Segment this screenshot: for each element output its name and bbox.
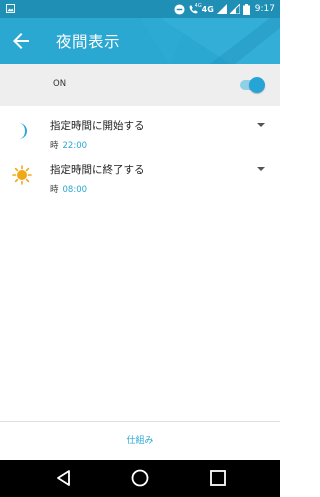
switch-thumb bbox=[249, 77, 265, 93]
chevron-down-icon[interactable] bbox=[256, 165, 266, 173]
schedule-end-item[interactable]: 指定時間に終了する 時 08:00 bbox=[0, 156, 280, 198]
schedule-end-prefix: 時 bbox=[50, 185, 59, 195]
schedule-end-value: 時 08:00 bbox=[50, 183, 87, 195]
schedule-start-time: 22:00 bbox=[62, 141, 88, 151]
sun-icon bbox=[12, 165, 32, 185]
schedule-start-title: 指定時間に開始する bbox=[50, 120, 145, 132]
app-bar: 夜間表示 bbox=[0, 18, 280, 64]
master-toggle-row[interactable]: ON bbox=[0, 64, 280, 106]
network-type: 4G bbox=[201, 4, 214, 14]
schedule-start-prefix: 時 bbox=[50, 141, 59, 151]
moon-icon bbox=[19, 123, 27, 139]
schedule-start-value: 時 22:00 bbox=[50, 139, 87, 151]
image-icon bbox=[6, 4, 15, 13]
status-icons: 4G 4G 9:17 bbox=[174, 2, 275, 16]
schedule-end-title: 指定時間に終了する bbox=[50, 164, 145, 176]
header-decoration bbox=[140, 18, 280, 64]
nav-home-icon[interactable] bbox=[130, 468, 150, 488]
system-nav-bar bbox=[0, 460, 280, 497]
schedule-start-item[interactable]: 指定時間に開始する 時 22:00 bbox=[0, 112, 280, 154]
nav-recents-icon[interactable] bbox=[208, 468, 228, 488]
master-toggle-label: ON bbox=[53, 79, 67, 89]
signal-icon-2 bbox=[229, 4, 240, 14]
how-it-works-link[interactable]: 仕組み bbox=[0, 422, 280, 460]
signal-icon bbox=[216, 4, 227, 14]
wifi-calling-label: 4G bbox=[194, 2, 202, 9]
nav-back-icon[interactable] bbox=[54, 468, 74, 488]
status-bar: 4G 4G 9:17 bbox=[0, 0, 280, 18]
page-title: 夜間表示 bbox=[56, 33, 121, 51]
night-mode-switch[interactable] bbox=[240, 76, 266, 94]
wifi-calling-icon: 4G bbox=[188, 2, 202, 15]
clock: 9:17 bbox=[254, 4, 275, 14]
chevron-down-icon[interactable] bbox=[256, 121, 266, 129]
schedule-end-time: 08:00 bbox=[62, 185, 88, 195]
battery-icon bbox=[242, 3, 250, 15]
dnd-icon bbox=[174, 3, 185, 15]
arrow-back-icon[interactable] bbox=[9, 29, 33, 53]
